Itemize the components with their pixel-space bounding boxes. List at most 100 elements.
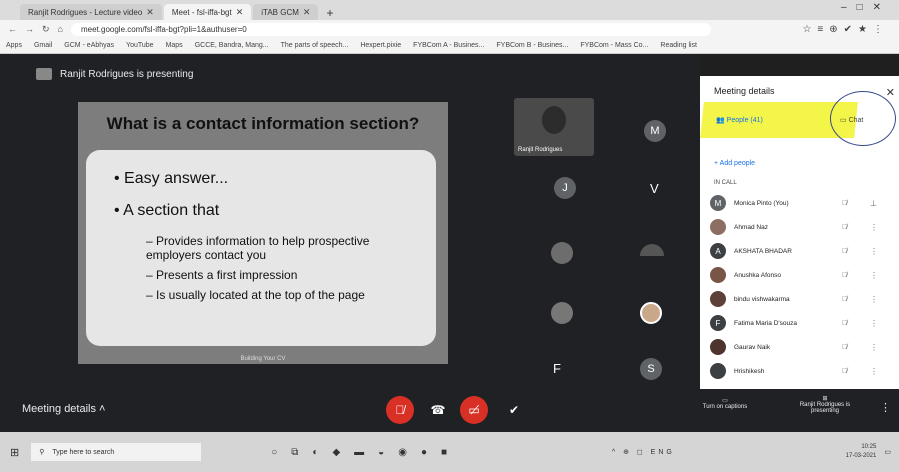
- app-icon[interactable]: ■: [441, 447, 447, 458]
- address-bar-row: ← → ↻ ⌂ meet.google.com/fsl-iffa-bgt?pli…: [0, 20, 899, 38]
- captions-button[interactable]: ▭ Turn on captions: [690, 397, 760, 410]
- participant-row[interactable]: bindu vishwakarma 🎙̸ ⋮: [710, 288, 890, 310]
- home-icon[interactable]: ⌂: [58, 24, 63, 34]
- bookmark[interactable]: Gmail: [34, 42, 52, 49]
- presenting-banner: Ranjit Rodrigues is presenting: [36, 68, 193, 80]
- bookmark[interactable]: Apps: [6, 42, 22, 49]
- participant-avatar-j[interactable]: J: [554, 177, 576, 199]
- cortana-icon[interactable]: ○: [271, 447, 277, 458]
- participant-name: Gaurav Naik: [734, 343, 771, 351]
- more-options-icon[interactable]: ⋮: [870, 223, 878, 232]
- browser-toolbar-icons[interactable]: ☆≡⊕✔★⋮: [802, 24, 889, 35]
- start-icon[interactable]: ⊞: [10, 446, 19, 459]
- clock[interactable]: 10:25 17-03-2021: [846, 443, 877, 461]
- more-options-icon[interactable]: ⋮: [870, 247, 878, 256]
- presenting-label: Ranjit Rodrigues is presenting: [60, 68, 194, 80]
- mic-off-icon: 🎙̸: [842, 271, 848, 279]
- close-tab-icon[interactable]: ✕: [146, 7, 154, 18]
- file-explorer-icon[interactable]: ▬: [354, 447, 364, 458]
- participant-photo[interactable]: [640, 244, 664, 256]
- bookmark[interactable]: YouTube: [126, 42, 154, 49]
- bookmark[interactable]: FYBCom A - Busines...: [413, 42, 484, 49]
- bookmark[interactable]: FYBCom B - Busines...: [496, 42, 568, 49]
- presenting-status-label: Ranjit Rodrigues is presenting: [799, 402, 851, 414]
- taskbar-search[interactable]: ⚲ Type here to search: [31, 443, 202, 461]
- participant-name: Anushka Afonso: [734, 271, 781, 279]
- participant-row[interactable]: Hrishikesh 🎙̸ ⋮: [710, 360, 890, 382]
- leave-call-icon[interactable]: ☎: [424, 396, 452, 424]
- browser-tab-active[interactable]: Meet - fsl-iffa-bgt ✕: [163, 4, 252, 20]
- app-icon[interactable]: ●: [421, 447, 427, 458]
- participant-name: Hrishikesh: [734, 367, 765, 375]
- back-icon[interactable]: ←: [8, 24, 17, 34]
- windows-taskbar: ⊞ ⚲ Type here to search ○ ⧉ ◐ ◆ ▬ ◒ ◉ ● …: [0, 432, 899, 472]
- participant-photo[interactable]: [551, 302, 573, 324]
- tab-label: Meet - fsl-iffa-bgt: [171, 7, 232, 17]
- more-options-icon[interactable]: ⋮: [870, 367, 878, 376]
- people-tab-label: People (41): [726, 117, 763, 124]
- pin-icon[interactable]: ⊥: [870, 199, 877, 208]
- avatar: M: [710, 195, 726, 211]
- avatar: [710, 291, 726, 307]
- search-placeholder: Type here to search: [52, 448, 115, 456]
- participant-name: Ahmad Naz: [734, 223, 768, 231]
- forward-icon[interactable]: →: [25, 24, 34, 34]
- bookmark[interactable]: GCCE, Bandra, Mang...: [195, 42, 269, 49]
- add-people-button[interactable]: + Add people: [714, 160, 755, 167]
- participant-row[interactable]: Anushka Afonso 🎙̸ ⋮: [710, 264, 890, 286]
- system-tray-icons[interactable]: ^ ⊕ ◻ ENG: [612, 448, 675, 456]
- participant-row[interactable]: M Monica Pinto (You) 🎙̸ ⊥: [710, 192, 890, 214]
- participant-row[interactable]: Ahmad Naz 🎙̸ ⋮: [710, 216, 890, 238]
- bookmark[interactable]: Hexpert.pixie: [360, 42, 401, 49]
- mic-toggle-button[interactable]: 🎙̸: [386, 396, 414, 424]
- tab-people[interactable]: 👥 People (41): [716, 116, 763, 124]
- taskbar-apps: ○ ⧉ ◐ ◆ ▬ ◒ ◉ ● ■: [271, 447, 447, 458]
- participant-photo[interactable]: [640, 302, 662, 324]
- reload-icon[interactable]: ↻: [42, 24, 50, 35]
- more-options-icon[interactable]: ⋮: [870, 319, 878, 328]
- url-field[interactable]: meet.google.com/fsl-iffa-bgt?pli=1&authu…: [70, 22, 711, 36]
- bookmark[interactable]: FYBCom - Mass Co...: [580, 42, 648, 49]
- close-tab-icon[interactable]: ✕: [236, 7, 244, 18]
- new-tab-icon[interactable]: +: [326, 6, 333, 20]
- presentation-slide: What is a contact information section? •…: [78, 102, 448, 364]
- participant-photo[interactable]: [551, 242, 573, 264]
- participant-letter-f[interactable]: F: [553, 361, 561, 376]
- more-options-icon[interactable]: ⋮: [880, 401, 891, 414]
- more-options-icon[interactable]: ⋮: [870, 343, 878, 352]
- presenter-video-tile[interactable]: Ranjit Rodrigues: [514, 98, 594, 156]
- browser-tab[interactable]: Ranjit Rodrigues - Lecture video ✕: [20, 4, 162, 20]
- participant-avatar-s[interactable]: S: [640, 358, 662, 380]
- app-icon[interactable]: ◆: [332, 447, 340, 458]
- close-icon[interactable]: ✕: [886, 86, 895, 99]
- participant-row[interactable]: F Fatima Maria D'souza 🎙̸ ⋮: [710, 312, 890, 334]
- edge-icon[interactable]: ◐: [312, 447, 318, 458]
- bookmark[interactable]: Reading list: [660, 42, 697, 49]
- notifications-icon[interactable]: ▭: [884, 448, 891, 456]
- meeting-details-button[interactable]: Meeting details ˄: [22, 403, 105, 415]
- participant-letter-v[interactable]: V: [650, 181, 659, 196]
- participant-row[interactable]: A AKSHATA BHADAR 🎙̸ ⋮: [710, 240, 890, 262]
- bookmark[interactable]: The parts of speech...: [281, 42, 349, 49]
- bookmark[interactable]: Maps: [166, 42, 183, 49]
- slide-body: • Easy answer... • A section that – Prov…: [86, 150, 436, 346]
- more-options-icon[interactable]: ⋮: [870, 295, 878, 304]
- task-view-icon[interactable]: ⧉: [291, 447, 298, 458]
- bookmark[interactable]: GCM - eAbhyas: [64, 42, 114, 49]
- more-options-icon[interactable]: ⋮: [870, 271, 878, 280]
- participant-avatar-m[interactable]: M: [644, 120, 666, 142]
- chrome-icon[interactable]: ◉: [398, 447, 407, 458]
- slide-sub-bullet: – Presents a first impression: [146, 268, 298, 282]
- store-icon[interactable]: ◒: [378, 447, 384, 458]
- more-actions-icon[interactable]: ✔: [500, 396, 528, 424]
- participant-name: AKSHATA BHADAR: [734, 247, 792, 255]
- camera-toggle-button[interactable]: ▭̸: [460, 396, 488, 424]
- tab-chat[interactable]: ▭ Chat: [840, 116, 863, 124]
- browser-tab[interactable]: iTAB GCM ✕: [253, 4, 319, 20]
- window-controls[interactable]: –□✕: [841, 2, 891, 13]
- presenting-button[interactable]: ⊞ Ranjit Rodrigues is presenting: [790, 395, 860, 414]
- participant-row[interactable]: Gaurav Naik 🎙̸ ⋮: [710, 336, 890, 358]
- slide-bullet: • A section that: [114, 202, 220, 219]
- clock-date: 17-03-2021: [845, 453, 877, 459]
- close-tab-icon[interactable]: ✕: [303, 7, 311, 18]
